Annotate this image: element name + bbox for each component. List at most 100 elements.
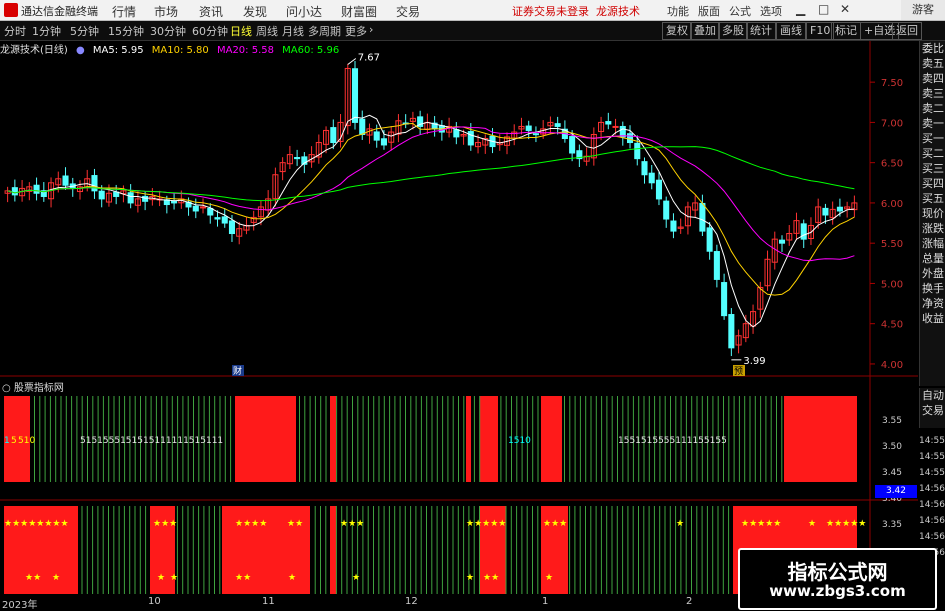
indicator-axis-label: 3.45 [882, 468, 902, 478]
ma5-line [7, 114, 855, 328]
side-panel-item[interactable]: 卖二 [920, 101, 945, 116]
candle-body [721, 282, 728, 317]
candle-body [11, 187, 18, 196]
candle-body [569, 136, 576, 154]
indicator-stars: ★★★ [340, 519, 364, 529]
candle-body [199, 206, 207, 209]
candle-body [525, 125, 532, 131]
indicator-red-block [541, 396, 562, 482]
candle-body [127, 192, 134, 204]
price-tick-label: 6.00 [881, 199, 903, 210]
candle-body [800, 223, 807, 240]
trade-label[interactable]: 交易 [920, 403, 945, 418]
current-price-badge: 3.42 [875, 485, 917, 498]
candle-body [207, 207, 214, 216]
side-panel-item[interactable]: 卖三 [920, 86, 945, 101]
indicator-settings-icon[interactable]: ○ [2, 383, 11, 394]
candle-body [62, 175, 69, 186]
candle-body [192, 205, 199, 212]
date-label: 2 [686, 596, 693, 607]
date-label: 10 [148, 596, 161, 607]
price-tick-label: 5.50 [881, 239, 903, 250]
indicator-stars: ★ [352, 573, 360, 583]
candle-body [554, 123, 561, 127]
indicator-axis-label: 3.35 [882, 520, 902, 530]
side-panel-item[interactable]: 卖四 [920, 71, 945, 86]
indicator-stars: ★ [170, 573, 178, 583]
side-panel-item[interactable]: 卖一 [920, 116, 945, 131]
price-tick-label: 4.00 [881, 360, 903, 371]
candle-body [728, 314, 735, 349]
side-panel-item[interactable]: 涨跌 [920, 221, 945, 236]
candle-body [380, 138, 387, 146]
candle-body [214, 217, 221, 220]
time-label: 14:56 [919, 500, 945, 510]
side-panel-item[interactable]: 卖五 [920, 56, 945, 71]
side-panel-item[interactable]: 换手 [920, 281, 945, 296]
candle-body [359, 118, 366, 135]
price-tick-label: 7.50 [881, 78, 903, 89]
indicator-stars: ★★★★★ [466, 519, 506, 529]
ma20-line [7, 126, 855, 262]
candle-body [822, 207, 829, 216]
indicator-stars: ★★ [235, 573, 251, 583]
time-label: 14:55 [919, 452, 945, 462]
side-panel-item[interactable]: 买一 [920, 131, 945, 146]
indicator-stars: ★★ [287, 519, 303, 529]
side-panel-item[interactable]: 委比 [920, 41, 945, 56]
side-panel-item[interactable]: 现价 [920, 206, 945, 221]
auto-trade-panel: 自动 交易 [919, 388, 945, 428]
time-label: 14:55 [919, 468, 945, 478]
indicator-stars: ★★★★★ [826, 519, 866, 529]
marker-forecast: 预 [734, 366, 743, 377]
date-label: 11 [262, 596, 275, 607]
candle-body [670, 220, 677, 232]
indicator-stars: ★★ [483, 573, 499, 583]
indicator-red-block [235, 396, 296, 482]
indicator-stars: ★★★★ [235, 519, 267, 529]
side-panel-item[interactable]: 收益 [920, 311, 945, 326]
indicator-stars: ★ [545, 573, 553, 583]
indicator-stars: ★★★ [153, 519, 177, 529]
side-panel-item[interactable]: 外盘 [920, 266, 945, 281]
side-panel-item[interactable]: 涨幅 [920, 236, 945, 251]
side-panel-item[interactable]: 买四 [920, 176, 945, 191]
low-label: 3.99 [743, 356, 765, 367]
indicator-red-block [330, 396, 336, 482]
candle-body [351, 68, 359, 123]
time-label: 14:55 [919, 436, 945, 446]
indicator-digits: 1551515555111155155 [618, 436, 727, 446]
candle-body [655, 179, 663, 200]
date-label: 1 [542, 596, 549, 607]
time-label: 14:56 [919, 484, 945, 494]
indicator-title: ○ 股票指标网 [2, 383, 64, 394]
indicator-axis-label: 3.50 [882, 442, 902, 452]
candle-body [626, 133, 634, 144]
marker-financial: 财 [233, 365, 242, 377]
candle-body [330, 127, 337, 144]
side-panel-item[interactable]: 总量 [920, 251, 945, 266]
side-panel-item[interactable]: 净资 [920, 296, 945, 311]
auto-label[interactable]: 自动 [920, 388, 945, 403]
indicator-digits: 5151555151515111111515111 [80, 436, 223, 446]
indicator-stars: ★★ [25, 573, 41, 583]
date-label: 12 [405, 596, 418, 607]
candle-body [98, 190, 105, 200]
candle-body [706, 227, 713, 252]
side-panel-item[interactable]: 买三 [920, 161, 945, 176]
indicator-digit: 510 [18, 436, 35, 446]
high-label: 7.67 [358, 52, 380, 63]
candle-body [648, 172, 655, 184]
side-panel-item[interactable]: 买五 [920, 191, 945, 206]
indicator-stars: ★ [808, 519, 816, 529]
indicator-digits: 1510 [508, 436, 531, 446]
ma60-line [7, 146, 855, 202]
candle-body [221, 216, 228, 224]
indicator-axis-label: 3.55 [882, 416, 902, 426]
indicator-stars: ★ [157, 573, 165, 583]
candle-body [612, 125, 619, 128]
indicator-red-block [784, 396, 857, 482]
candle-body [699, 202, 706, 232]
side-panel-item[interactable]: 买二 [920, 146, 945, 161]
chart-canvas[interactable]: 7.50 7.00 6.50 6.00 5.50 5.00 4.50 4.00 7.67 3.99… [0, 0, 945, 609]
